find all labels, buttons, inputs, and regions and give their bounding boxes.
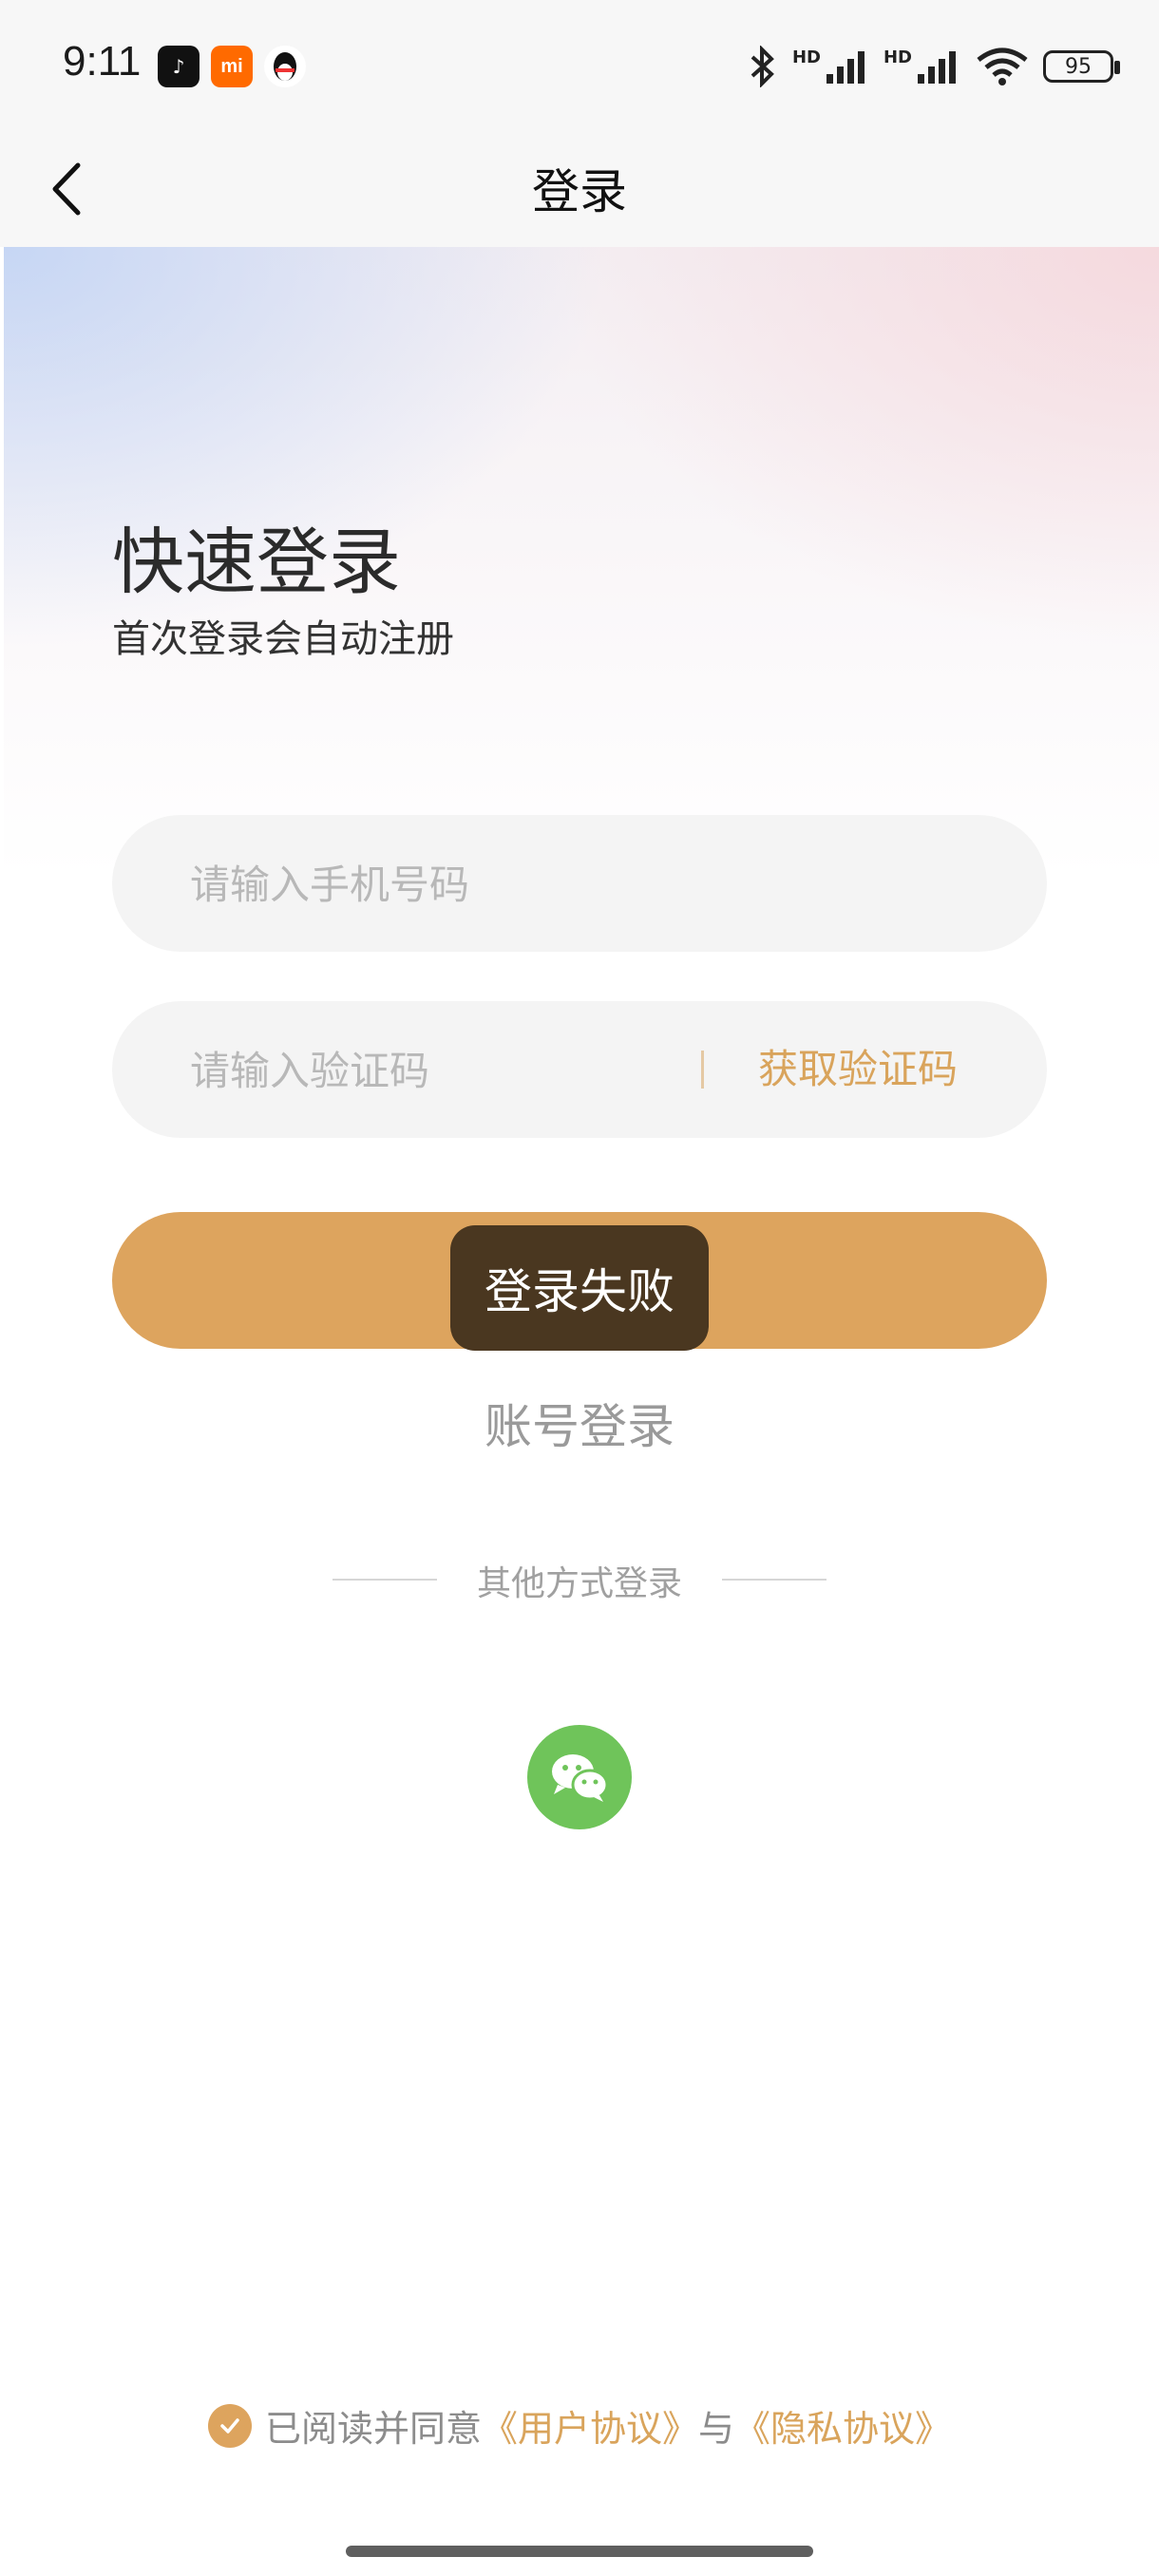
page-title: 登录 xyxy=(532,164,627,219)
signal-icon xyxy=(825,47,870,85)
wechat-login-button[interactable] xyxy=(527,1725,632,1829)
agreement-row: 已阅读并同意 《用户协议》 与 《隐私协议》 xyxy=(0,2399,1159,2452)
divider-right xyxy=(722,1579,826,1581)
agreement-checkbox[interactable] xyxy=(207,2403,252,2448)
home-indicator[interactable] xyxy=(346,2546,813,2557)
user-agreement-link[interactable]: 《用户协议》 xyxy=(482,2399,698,2452)
hero-subtitle: 首次登录会自动注册 xyxy=(112,617,454,661)
nav-bar: 登录 xyxy=(0,133,1159,247)
tiktok-icon: ♪ xyxy=(158,46,200,87)
agreement-connector: 与 xyxy=(698,2408,735,2450)
account-login-link[interactable]: 账号登录 xyxy=(0,1389,1159,1457)
code-divider xyxy=(701,1051,704,1089)
hero-title: 快速登录 xyxy=(112,520,401,604)
phone-input[interactable] xyxy=(188,815,1009,954)
signal-icon-2 xyxy=(916,47,961,85)
error-toast: 登录失败 xyxy=(450,1225,709,1351)
wechat-icon xyxy=(552,1754,609,1802)
code-input[interactable] xyxy=(188,1001,762,1140)
status-time: 9:11 xyxy=(63,38,142,85)
get-code-button[interactable]: 获取验证码 xyxy=(758,1001,958,1138)
qq-icon xyxy=(264,46,306,87)
check-icon xyxy=(220,2417,239,2434)
status-bar: 9:11 ♪ mi HD HD 95 xyxy=(0,0,1159,133)
wifi-icon xyxy=(975,47,1030,86)
other-methods-label: 其他方式登录 xyxy=(476,1564,682,1603)
mi-icon: mi xyxy=(211,46,253,87)
hd-badge: HD xyxy=(791,47,821,67)
agreement-prefix: 已阅读并同意 xyxy=(264,2408,482,2450)
privacy-agreement-link[interactable]: 《隐私协议》 xyxy=(734,2399,951,2452)
battery-indicator: 95 xyxy=(1043,50,1120,83)
hd-badge-2: HD xyxy=(883,47,912,67)
phone-field xyxy=(112,815,1047,954)
status-indicators: HD HD 95 xyxy=(747,42,1120,91)
code-field: 获取验证码 xyxy=(112,1001,1047,1140)
bluetooth-icon xyxy=(747,46,779,87)
